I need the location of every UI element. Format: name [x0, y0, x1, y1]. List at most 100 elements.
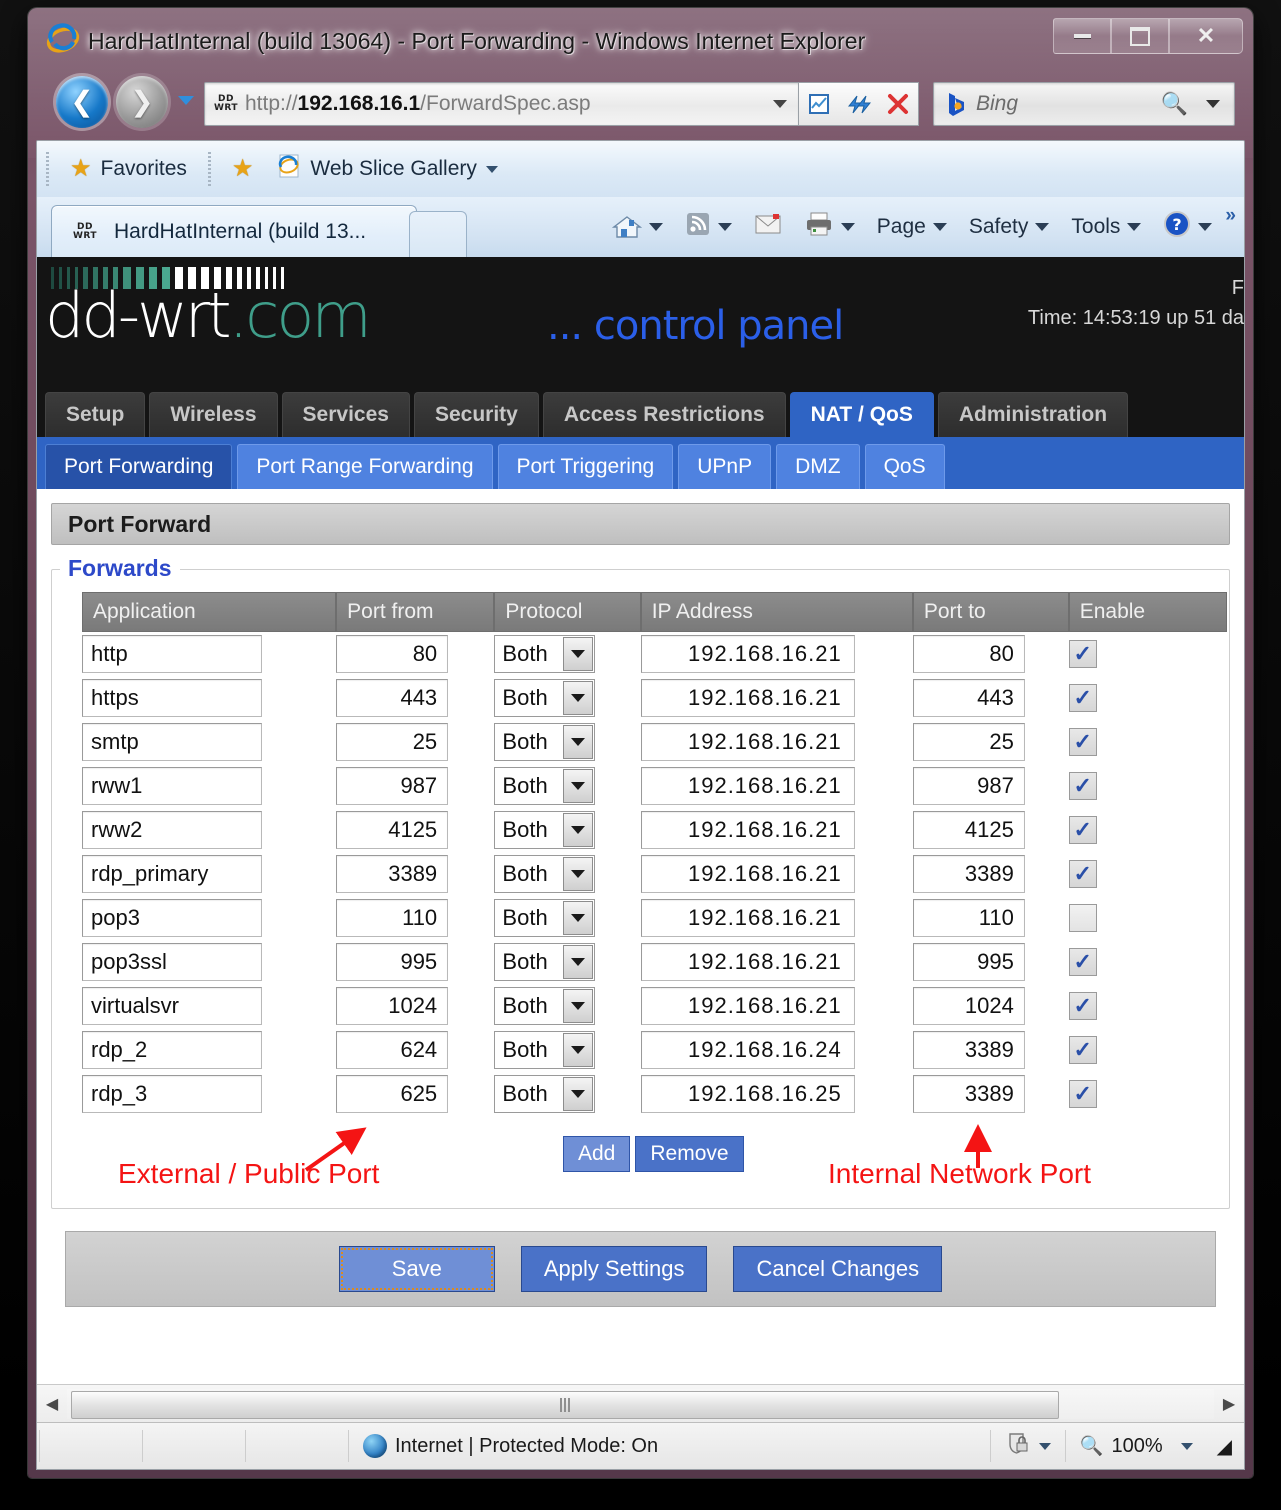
port-from-input[interactable]: 25 [336, 723, 449, 761]
protocol-select[interactable]: Both [494, 943, 596, 981]
ip-address-input[interactable]: 192.168.16.21 [640, 811, 855, 849]
save-button[interactable]: Save [338, 1246, 495, 1292]
enable-checkbox[interactable] [1068, 904, 1097, 932]
port-to-input[interactable]: 4125 [912, 811, 1025, 849]
ip-address-input[interactable]: 192.168.16.24 [640, 1031, 855, 1069]
horizontal-scrollbar[interactable]: ◀ ▶ [37, 1384, 1244, 1423]
nav-tab-administration[interactable]: Administration [937, 392, 1129, 437]
forward-button[interactable]: ❯ [116, 76, 168, 128]
application-input[interactable]: http [82, 635, 262, 673]
read-mail-button[interactable] [745, 213, 791, 241]
ip-address-input[interactable]: 192.168.16.21 [640, 899, 855, 937]
print-button[interactable] [795, 211, 864, 243]
sub-tab-port-forwarding[interactable]: Port Forwarding [45, 444, 233, 489]
chevron-down-icon[interactable] [563, 857, 594, 891]
chevron-down-icon[interactable] [563, 813, 594, 847]
page-chevron-down-icon[interactable] [932, 223, 947, 231]
enable-checkbox[interactable]: ✓ [1068, 1036, 1097, 1064]
protocol-select[interactable]: Both [494, 811, 596, 849]
enable-checkbox[interactable]: ✓ [1068, 816, 1097, 844]
address-chevron-down-icon[interactable] [773, 100, 787, 108]
address-input[interactable]: DD WRT http://192.168.16.1/ForwardSpec.a… [204, 82, 800, 126]
ip-address-input[interactable]: 192.168.16.21 [640, 767, 855, 805]
zoom-chevron-down-icon[interactable] [1180, 1442, 1193, 1450]
web-slice-chevron-down-icon[interactable] [485, 165, 498, 173]
home-chevron-down-icon[interactable] [648, 223, 663, 231]
protocol-select[interactable]: Both [494, 1075, 596, 1113]
add-button[interactable]: Add [563, 1136, 631, 1172]
enable-checkbox[interactable]: ✓ [1068, 640, 1097, 668]
safety-chevron-down-icon[interactable] [1035, 223, 1050, 231]
protocol-select[interactable]: Both [494, 767, 596, 805]
chevron-down-icon[interactable] [563, 1077, 594, 1111]
enable-checkbox[interactable]: ✓ [1068, 860, 1097, 888]
add-to-favorites-bar-button[interactable]: ★ [220, 157, 266, 181]
sub-tab-dmz[interactable]: DMZ [776, 444, 860, 489]
port-from-input[interactable]: 110 [336, 899, 449, 937]
enable-checkbox[interactable]: ✓ [1068, 772, 1097, 800]
port-to-input[interactable]: 1024 [912, 987, 1025, 1025]
new-tab-button[interactable] [409, 211, 467, 258]
page-menu-button[interactable]: Page [868, 215, 956, 239]
port-to-input[interactable]: 443 [912, 679, 1025, 717]
chevron-down-icon[interactable] [563, 637, 594, 671]
nav-tab-setup[interactable]: Setup [45, 392, 146, 437]
nav-tab-security[interactable]: Security [413, 392, 539, 437]
protocol-select[interactable]: Both [494, 855, 596, 893]
port-to-input[interactable]: 110 [912, 899, 1025, 937]
port-from-input[interactable]: 1024 [336, 987, 449, 1025]
enable-checkbox[interactable]: ✓ [1068, 684, 1097, 712]
compatibility-view-button[interactable] [798, 82, 840, 126]
enable-checkbox[interactable]: ✓ [1068, 992, 1097, 1020]
ip-address-input[interactable]: 192.168.16.21 [640, 723, 855, 761]
favorites-bar-grip-2[interactable] [207, 152, 211, 186]
search-chevron-down-icon[interactable] [1206, 100, 1220, 108]
ip-address-input[interactable]: 192.168.16.21 [640, 635, 855, 673]
chevron-down-icon[interactable] [563, 945, 594, 979]
port-to-input[interactable]: 3389 [912, 855, 1025, 893]
refresh-button[interactable] [838, 82, 879, 126]
safety-menu-button[interactable]: Safety [960, 215, 1059, 239]
feeds-button[interactable] [676, 211, 741, 243]
application-input[interactable]: pop3 [82, 899, 262, 937]
zoom-control[interactable]: 🔍 100% [1068, 1434, 1205, 1458]
scrollbar-track[interactable] [67, 1389, 1214, 1419]
minimize-button[interactable] [1053, 18, 1111, 54]
help-menu-button[interactable]: ? [1154, 210, 1221, 244]
chevron-down-icon[interactable] [563, 769, 594, 803]
port-from-input[interactable]: 624 [336, 1031, 449, 1069]
port-to-input[interactable]: 80 [912, 635, 1025, 673]
back-button[interactable]: ❮ [56, 76, 108, 128]
favorites-bar-grip[interactable] [46, 152, 49, 186]
search-icon[interactable]: 🔍 [1161, 91, 1188, 117]
nav-tab-nat-qos[interactable]: NAT / QoS [789, 392, 934, 437]
port-from-input[interactable]: 995 [336, 943, 449, 981]
apply-settings-button[interactable]: Apply Settings [520, 1246, 708, 1292]
application-input[interactable]: virtualsvr [82, 987, 262, 1025]
tools-chevron-down-icon[interactable] [1127, 223, 1142, 231]
protocol-select[interactable]: Both [494, 679, 596, 717]
protocol-select[interactable]: Both [494, 723, 596, 761]
protocol-select[interactable]: Both [494, 1031, 596, 1069]
sub-tab-qos[interactable]: QoS [864, 444, 945, 489]
application-input[interactable]: rdp_3 [82, 1075, 262, 1113]
protocol-select[interactable]: Both [494, 635, 596, 673]
feeds-chevron-down-icon[interactable] [717, 223, 732, 231]
application-input[interactable]: rww1 [82, 767, 262, 805]
port-to-input[interactable]: 3389 [912, 1031, 1025, 1069]
chevron-down-icon[interactable] [563, 681, 594, 715]
ip-address-input[interactable]: 192.168.16.21 [640, 943, 855, 981]
help-chevron-down-icon[interactable] [1198, 223, 1213, 231]
favorites-button[interactable]: ★ Favorites [58, 157, 199, 181]
port-from-input[interactable]: 625 [336, 1075, 449, 1113]
print-chevron-down-icon[interactable] [840, 223, 855, 231]
sub-tab-upnp[interactable]: UPnP [678, 444, 772, 489]
chevron-down-icon[interactable] [563, 901, 594, 935]
tab-hardhatinternal[interactable]: DD WRT HardHatInternal (build 13... [51, 205, 417, 258]
protected-mode-chevron-down-icon[interactable] [1038, 1442, 1051, 1450]
port-to-input[interactable]: 987 [912, 767, 1025, 805]
application-input[interactable]: rdp_2 [82, 1031, 262, 1069]
remove-button[interactable]: Remove [635, 1136, 744, 1172]
protocol-select[interactable]: Both [494, 899, 596, 937]
enable-checkbox[interactable]: ✓ [1068, 1080, 1097, 1108]
